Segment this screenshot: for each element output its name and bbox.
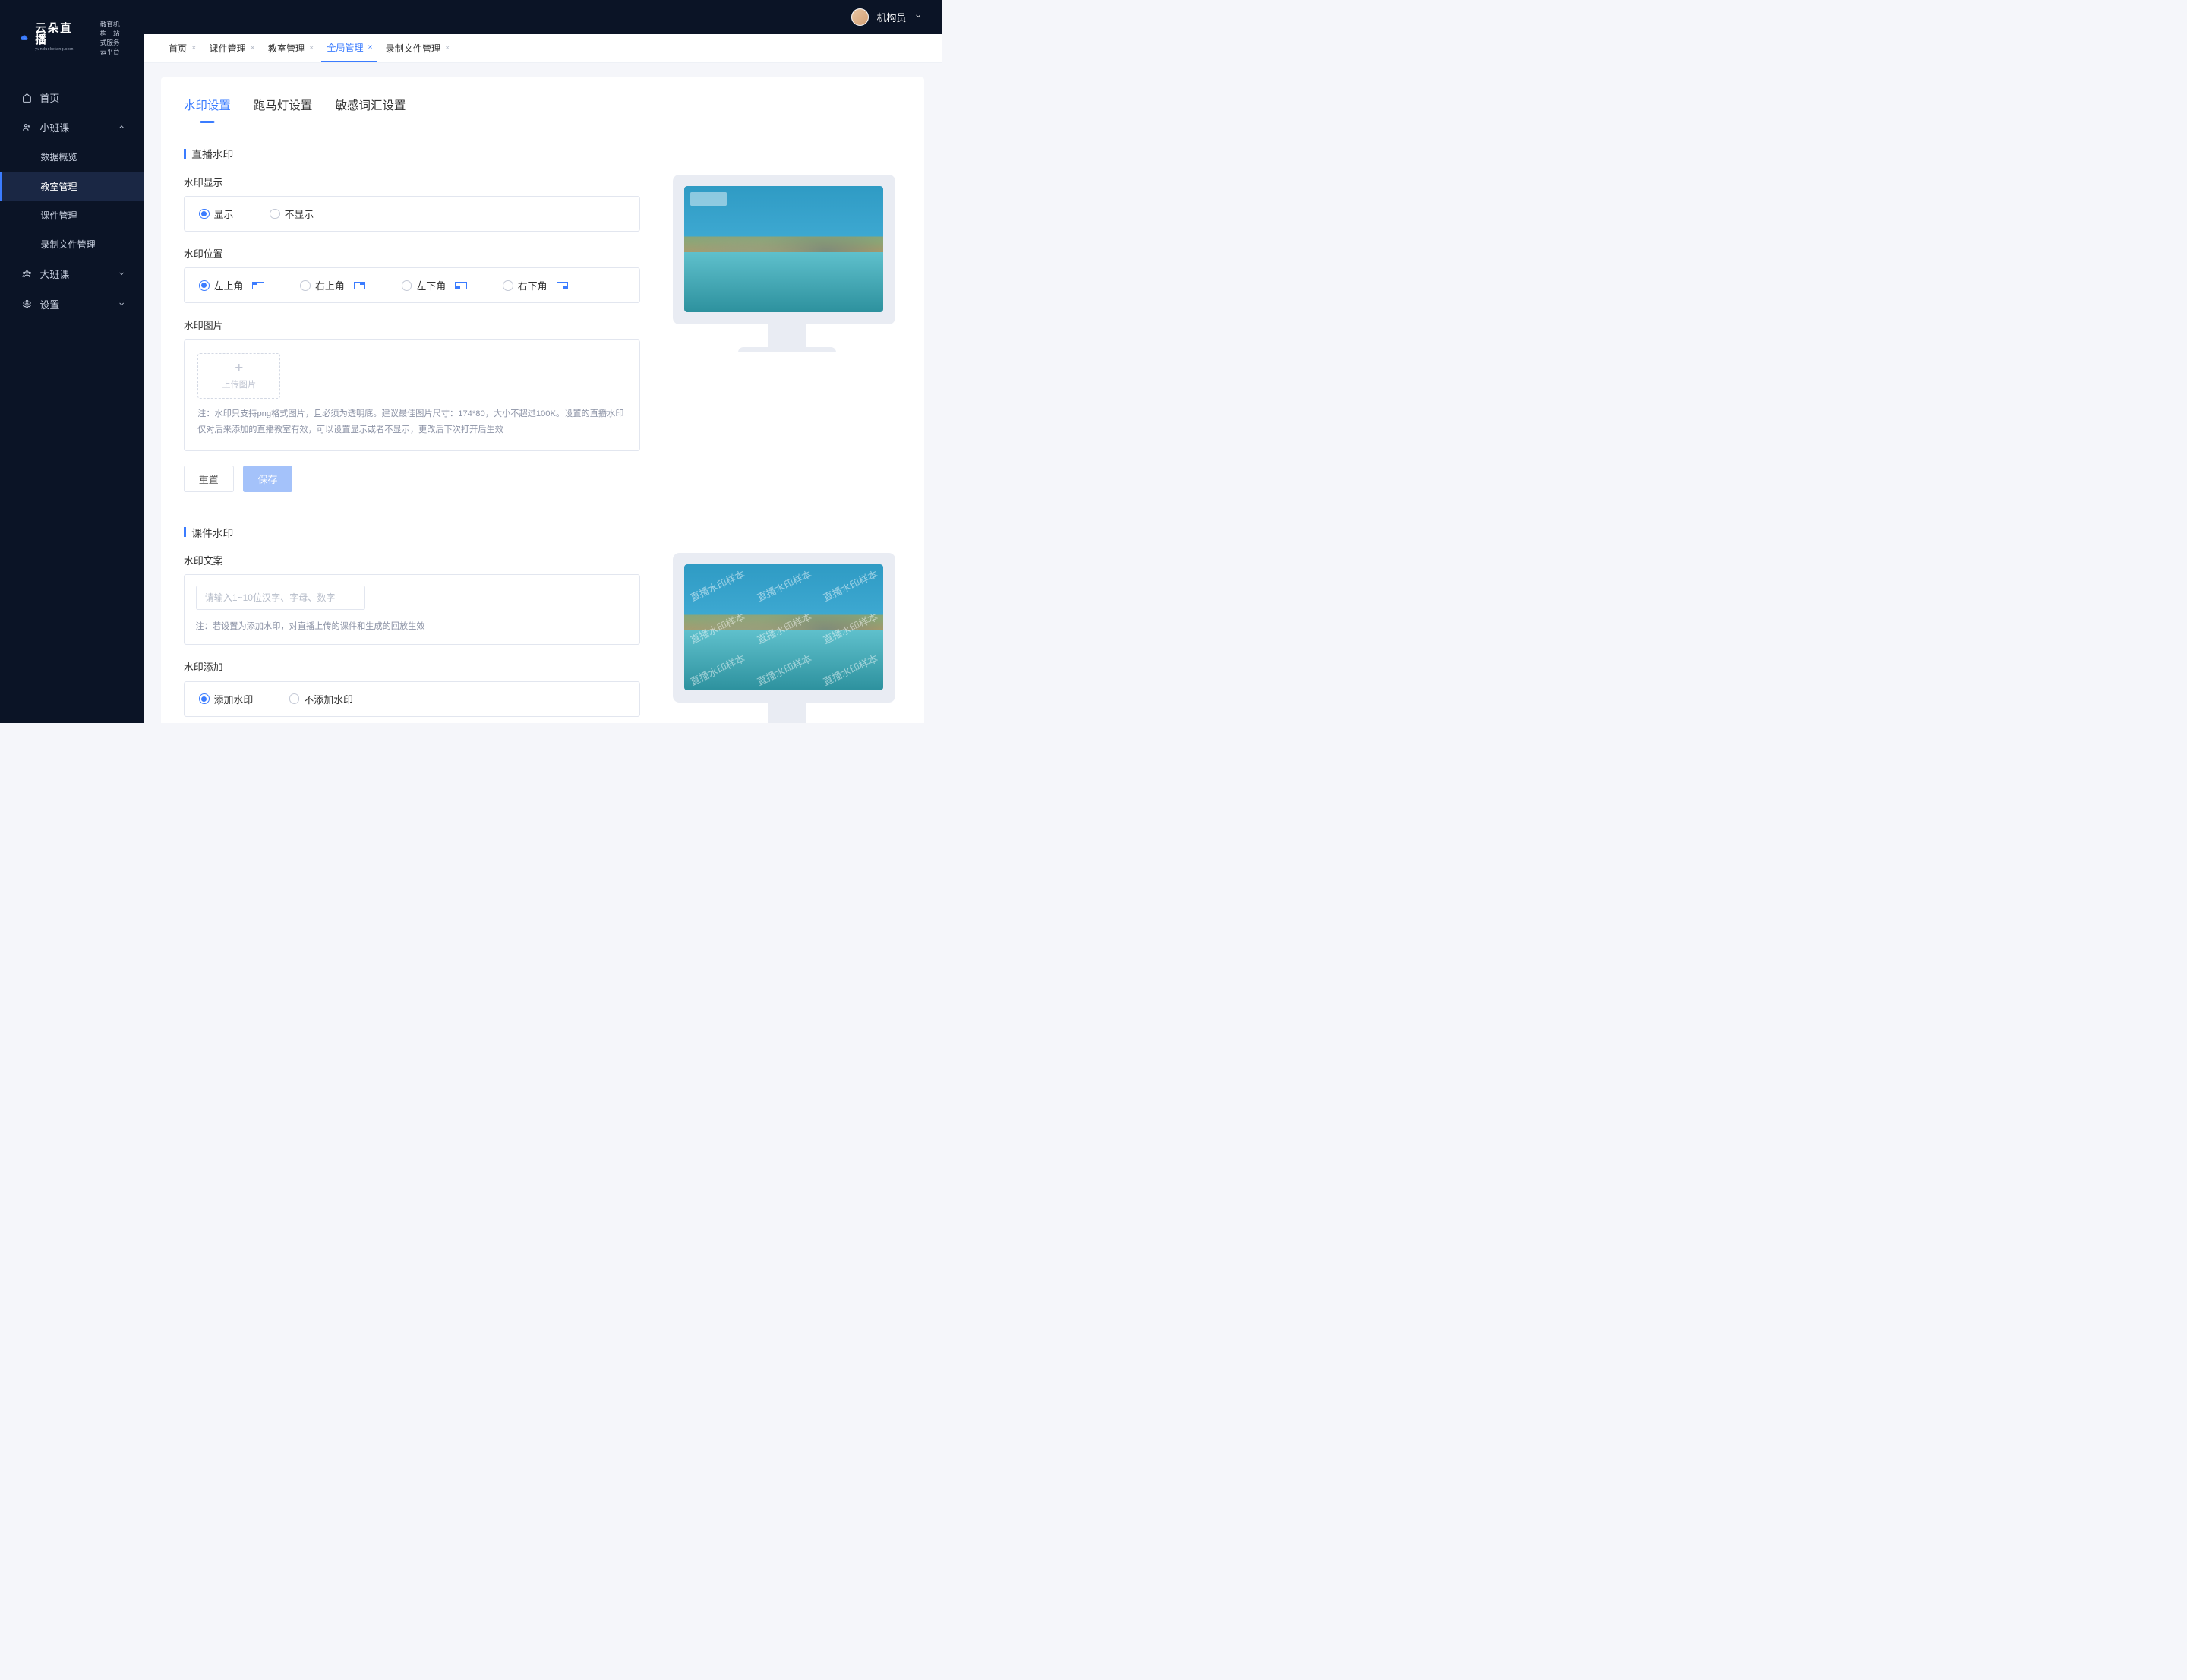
watermark-text-input[interactable] xyxy=(196,586,366,609)
logo: 云朵直播 yunduoketang.com 教育机构一站 式服务云平台 xyxy=(0,0,144,73)
position-label: 水印位置 xyxy=(184,246,640,261)
upload-section: + 上传图片 注：水印只支持png格式图片，且必须为透明底。建议最佳图片尺寸：1… xyxy=(184,339,640,451)
radio-hide[interactable]: 不显示 xyxy=(270,207,314,221)
add-label: 水印添加 xyxy=(184,659,640,674)
preview-monitor-courseware: 直播水印样本直播水印样本直播水印样本 直播水印样本直播水印样本直播水印样本 直播… xyxy=(673,553,895,703)
top-header: 机构员 xyxy=(144,0,941,34)
nav-classroom-manage[interactable]: 教室管理 xyxy=(0,172,144,201)
subtab-marquee[interactable]: 跑马灯设置 xyxy=(254,96,312,123)
text-hint: 注：若设置为添加水印，对直播上传的课件和生成的回放生效 xyxy=(196,619,629,634)
close-icon[interactable]: × xyxy=(251,44,255,52)
nav-settings[interactable]: 设置 xyxy=(0,289,144,320)
chevron-down-icon xyxy=(118,268,125,279)
tab-home[interactable]: 首页× xyxy=(163,34,201,62)
sidebar: 云朵直播 yunduoketang.com 教育机构一站 式服务云平台 首页 小… xyxy=(0,0,144,723)
tab-courseware[interactable]: 课件管理× xyxy=(204,34,260,62)
text-input-section: 注：若设置为添加水印，对直播上传的课件和生成的回放生效 xyxy=(184,574,640,645)
reset-button[interactable]: 重置 xyxy=(184,466,234,492)
page-tabs: 首页× 课件管理× 教室管理× 全局管理× 录制文件管理× xyxy=(144,34,941,63)
radio-top-right[interactable]: 右上角 xyxy=(300,278,365,292)
avatar[interactable] xyxy=(851,8,869,26)
settings-panel: 水印设置 跑马灯设置 敏感词汇设置 直播水印 水印显示 显示 不显示 水印位置 xyxy=(161,77,925,724)
close-icon[interactable]: × xyxy=(309,44,314,52)
main: 机构员 首页× 课件管理× 教室管理× 全局管理× 录制文件管理× 水印设置 跑… xyxy=(144,0,941,723)
radio-bottom-left[interactable]: 左下角 xyxy=(402,278,467,292)
position-options: 左上角 右上角 左下角 右下角 xyxy=(184,267,640,303)
preview-screen-2: 直播水印样本直播水印样本直播水印样本 直播水印样本直播水印样本直播水印样本 直播… xyxy=(684,564,883,690)
nav-big-class[interactable]: 大班课 xyxy=(0,259,144,289)
tab-global[interactable]: 全局管理× xyxy=(321,34,377,61)
add-options: 添加水印 不添加水印 xyxy=(184,681,640,717)
chevron-down-icon xyxy=(118,298,125,310)
group-icon xyxy=(21,268,33,279)
radio-bottom-right[interactable]: 右下角 xyxy=(503,278,568,292)
radio-add-no[interactable]: 不添加水印 xyxy=(289,692,353,706)
nav-courseware-manage[interactable]: 课件管理 xyxy=(0,201,144,229)
subtab-sensitive[interactable]: 敏感词汇设置 xyxy=(336,96,406,123)
display-options: 显示 不显示 xyxy=(184,196,640,232)
pos-tl-icon xyxy=(252,282,264,289)
close-icon[interactable]: × xyxy=(445,44,450,52)
plus-icon: + xyxy=(235,362,243,376)
text-label: 水印文案 xyxy=(184,553,640,567)
nav-data-overview[interactable]: 数据概览 xyxy=(0,143,144,172)
save-button[interactable]: 保存 xyxy=(243,466,293,492)
pos-tr-icon xyxy=(354,282,365,289)
preview-monitor-live xyxy=(673,175,895,324)
tab-recording[interactable]: 录制文件管理× xyxy=(380,34,455,62)
close-icon[interactable]: × xyxy=(368,43,373,52)
logo-domain: yunduoketang.com xyxy=(35,47,73,52)
sub-tabs: 水印设置 跑马灯设置 敏感词汇设置 xyxy=(184,96,901,123)
section-live-watermark-title: 直播水印 xyxy=(184,146,901,161)
username: 机构员 xyxy=(877,10,907,24)
sidebar-nav: 首页 小班课 数据概览 教室管理 课件管理 录制文件管理 大班课 设置 xyxy=(0,73,144,320)
pos-br-icon xyxy=(557,282,568,289)
close-icon[interactable]: × xyxy=(191,44,196,52)
preview-screen xyxy=(684,186,883,312)
gear-icon xyxy=(21,298,33,310)
upload-hint: 注：水印只支持png格式图片，且必须为透明底。建议最佳图片尺寸：174*80，大… xyxy=(197,406,626,437)
radio-show[interactable]: 显示 xyxy=(199,207,234,221)
chevron-up-icon xyxy=(118,122,125,133)
radio-top-left[interactable]: 左上角 xyxy=(199,278,264,292)
watermark-preview-box xyxy=(690,192,726,206)
user-dropdown[interactable] xyxy=(914,12,922,21)
nav-small-class[interactable]: 小班课 xyxy=(0,112,144,143)
pos-bl-icon xyxy=(455,282,466,289)
logo-name: 云朵直播 xyxy=(35,24,73,46)
display-label: 水印显示 xyxy=(184,175,640,189)
image-label: 水印图片 xyxy=(184,317,640,332)
home-icon xyxy=(21,92,33,103)
subtab-watermark[interactable]: 水印设置 xyxy=(184,96,231,123)
nav-recording-manage[interactable]: 录制文件管理 xyxy=(0,230,144,259)
section-courseware-watermark-title: 课件水印 xyxy=(184,525,901,540)
tab-classroom[interactable]: 教室管理× xyxy=(263,34,319,62)
radio-add-yes[interactable]: 添加水印 xyxy=(199,692,253,706)
users-icon xyxy=(21,122,33,133)
cloud-logo-icon xyxy=(20,31,28,45)
nav-home[interactable]: 首页 xyxy=(0,82,144,112)
upload-button[interactable]: + 上传图片 xyxy=(197,353,280,399)
